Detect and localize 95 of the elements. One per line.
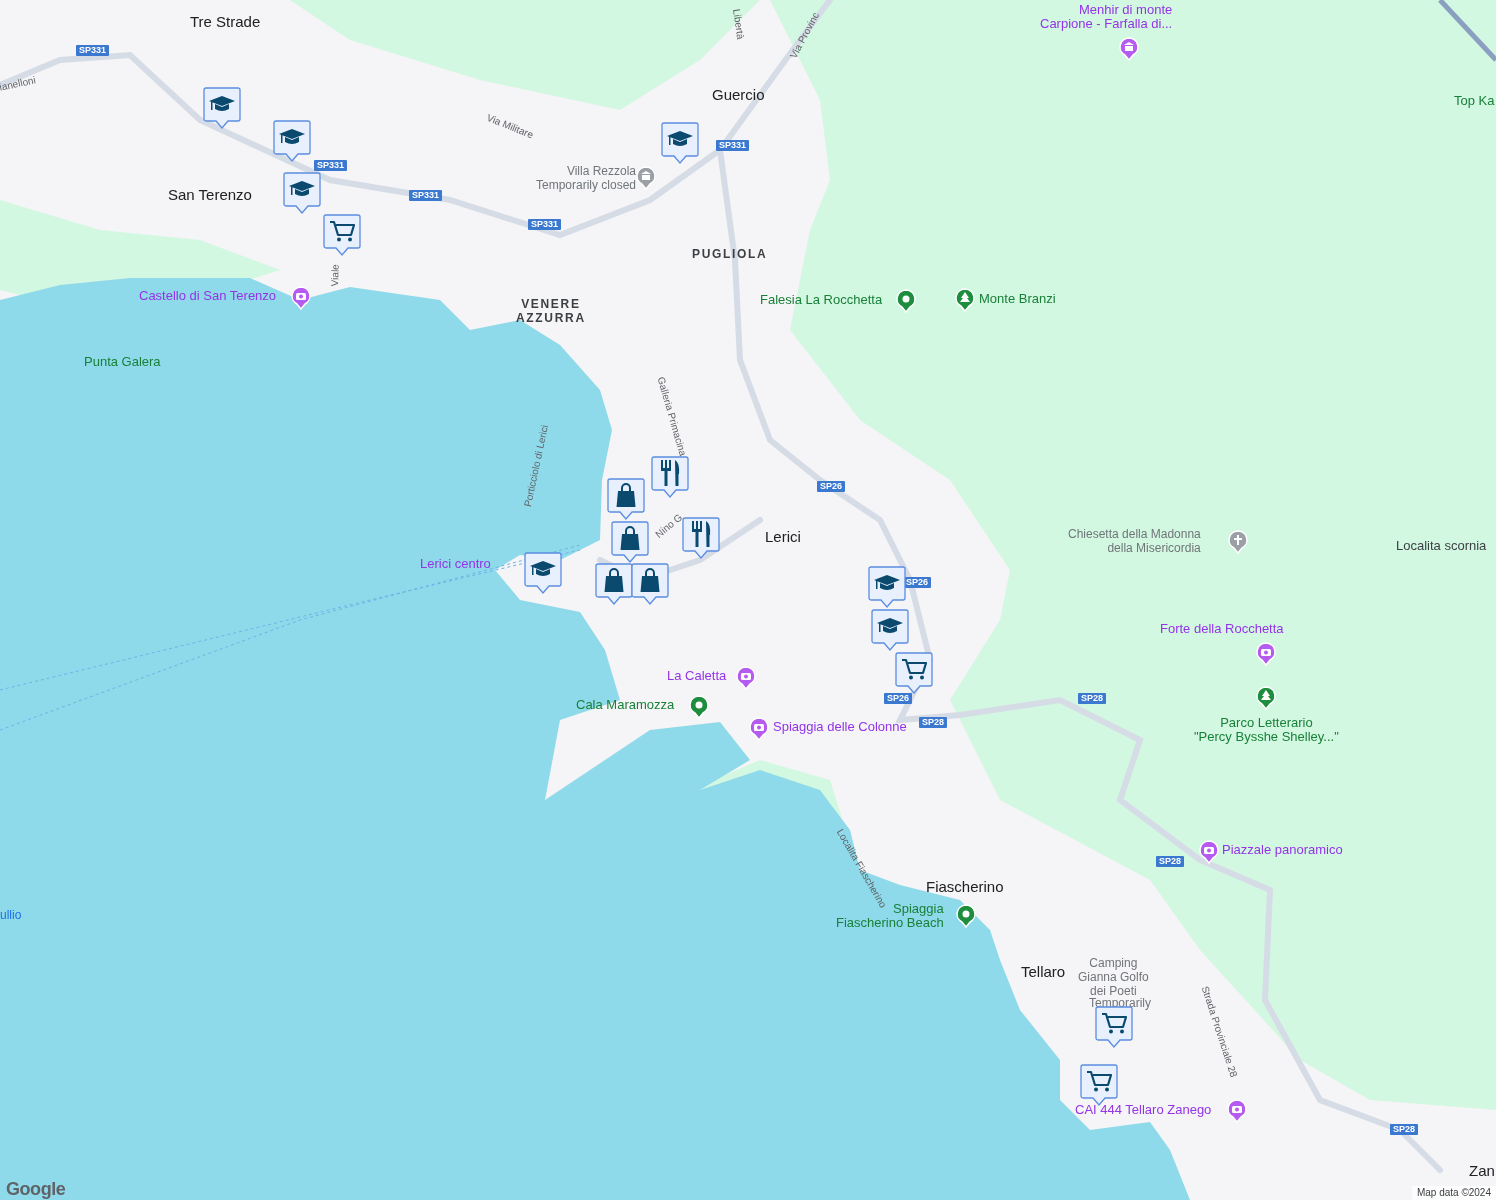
park-label: Falesia La Rocchetta (760, 293, 883, 307)
attraction-label: Spiaggia delle Colonne (773, 720, 907, 734)
park-label: Punta Galera (84, 355, 161, 369)
street-label: Libertà (730, 8, 748, 41)
dot-pin-icon[interactable] (956, 904, 976, 928)
map-marker[interactable] (611, 521, 649, 563)
map-marker[interactable] (283, 172, 321, 214)
place-label: Tellaro (1021, 962, 1066, 982)
camera-pin-icon[interactable] (736, 666, 756, 690)
camera-pin-icon[interactable] (1227, 1099, 1247, 1123)
street-label: ianelloni (0, 73, 37, 95)
graduation-cap-icon (278, 128, 306, 146)
map-marker[interactable] (868, 566, 906, 608)
street-label: Porticciolo di Lerici (520, 423, 552, 509)
shopping-bag-icon (640, 568, 660, 592)
road-shield: SP331 (716, 140, 750, 151)
park-label: Parco Letterario "Percy Bysshe Shelley..." (1194, 716, 1339, 744)
map-marker[interactable] (524, 552, 562, 594)
attraction-label: CAI 444 Tellaro Zanego (1075, 1103, 1212, 1117)
attraction-label: Castello di San Terenzo (139, 289, 277, 303)
place-label: Localita scornia (1396, 537, 1487, 555)
map-marker[interactable] (631, 563, 669, 605)
fork-knife-icon (660, 460, 680, 486)
map-marker[interactable] (607, 478, 645, 520)
attraction-label: Piazzale panoramico (1222, 843, 1343, 857)
road-shield: SP331 (76, 45, 110, 56)
graduation-cap-icon (876, 617, 904, 635)
road-shield: SP26 (817, 481, 846, 492)
camera-pin-icon[interactable] (291, 286, 311, 310)
road-shield: SP28 (1390, 1124, 1419, 1135)
map-marker[interactable] (682, 517, 720, 559)
place-label: Temporarily (1089, 996, 1151, 1010)
map-marker[interactable] (203, 87, 241, 129)
map-marker[interactable] (895, 652, 933, 694)
place-label: Camping Gianna Golfo dei Poeti (1078, 956, 1149, 998)
graduation-cap-icon (873, 574, 901, 592)
road-shield: SP331 (528, 219, 562, 230)
district-label: PUGLIOLA (692, 247, 768, 261)
map-marker[interactable] (871, 609, 909, 651)
graduation-cap-icon (288, 180, 316, 198)
museum-pin-icon[interactable] (636, 166, 656, 190)
attraction-label: Lerici centro (420, 557, 491, 571)
street-label: Nino G (652, 510, 686, 542)
attraction-label: Menhir di monte Carpione - Farfalla di... (1040, 3, 1173, 31)
map-marker[interactable] (323, 214, 361, 256)
place-label: Lerici (765, 527, 801, 547)
place-label: Chiesetta della Madonna della Misericordia (1068, 527, 1201, 555)
map-marker[interactable] (651, 456, 689, 498)
road-shield: SP331 (314, 160, 348, 171)
camera-pin-icon[interactable] (1256, 642, 1276, 666)
place-label: Guercio (712, 85, 765, 105)
map-attribution: Map data ©2024 (1411, 1186, 1496, 1200)
street-label: Viale (328, 263, 342, 287)
district-label: VENERE AZZURRA (516, 297, 586, 325)
street-label: Galleria Primacina (654, 375, 690, 458)
graduation-cap-icon (529, 560, 557, 578)
map-marker[interactable] (1080, 1064, 1118, 1106)
place-label: Zan (1469, 1161, 1495, 1181)
tree-pin-icon[interactable] (955, 288, 975, 312)
shopping-cart-icon (329, 220, 355, 242)
fork-knife-icon (691, 521, 711, 547)
shopping-bag-icon (616, 483, 636, 507)
graduation-cap-icon (208, 95, 236, 113)
shopping-cart-icon (1101, 1012, 1127, 1034)
google-logo: Google (6, 1178, 66, 1200)
dot-pin-icon[interactable] (689, 695, 709, 719)
map-marker[interactable] (595, 563, 633, 605)
shopping-cart-icon (1086, 1070, 1112, 1092)
tree-pin-icon[interactable] (1256, 686, 1276, 710)
museum-pin-icon[interactable] (1119, 37, 1139, 61)
road-shield: SP28 (919, 717, 948, 728)
place-label: San Terenzo (168, 185, 252, 205)
place-label: Fiascherino (926, 877, 1004, 897)
road-shield: SP26 (884, 693, 913, 704)
park-label: Cala Maramozza (576, 698, 675, 712)
shopping-bag-icon (620, 526, 640, 550)
road-shield: SP331 (409, 190, 443, 201)
place-label: Villa Rezzola Temporarily closed (536, 164, 637, 192)
place-label: Tre Strade (190, 12, 261, 32)
map-marker[interactable] (661, 122, 699, 164)
map-marker[interactable] (273, 120, 311, 162)
cross-pin-icon[interactable] (1228, 530, 1248, 554)
graduation-cap-icon (666, 130, 694, 148)
dot-pin-icon[interactable] (896, 289, 916, 313)
attraction-label: Forte della Rocchetta (1160, 622, 1284, 636)
camera-pin-icon[interactable] (1199, 840, 1219, 864)
park-label: Top Ka (1454, 94, 1495, 108)
shopping-bag-icon (604, 568, 624, 592)
road-shield: SP28 (1078, 693, 1107, 704)
park-label: Monte Branzi (979, 292, 1056, 306)
road-shield: SP28 (1156, 856, 1185, 867)
attraction-label: La Caletta (667, 669, 727, 683)
water-label: ullio (0, 907, 22, 924)
camera-pin-icon[interactable] (749, 717, 769, 741)
shopping-cart-icon (901, 658, 927, 680)
